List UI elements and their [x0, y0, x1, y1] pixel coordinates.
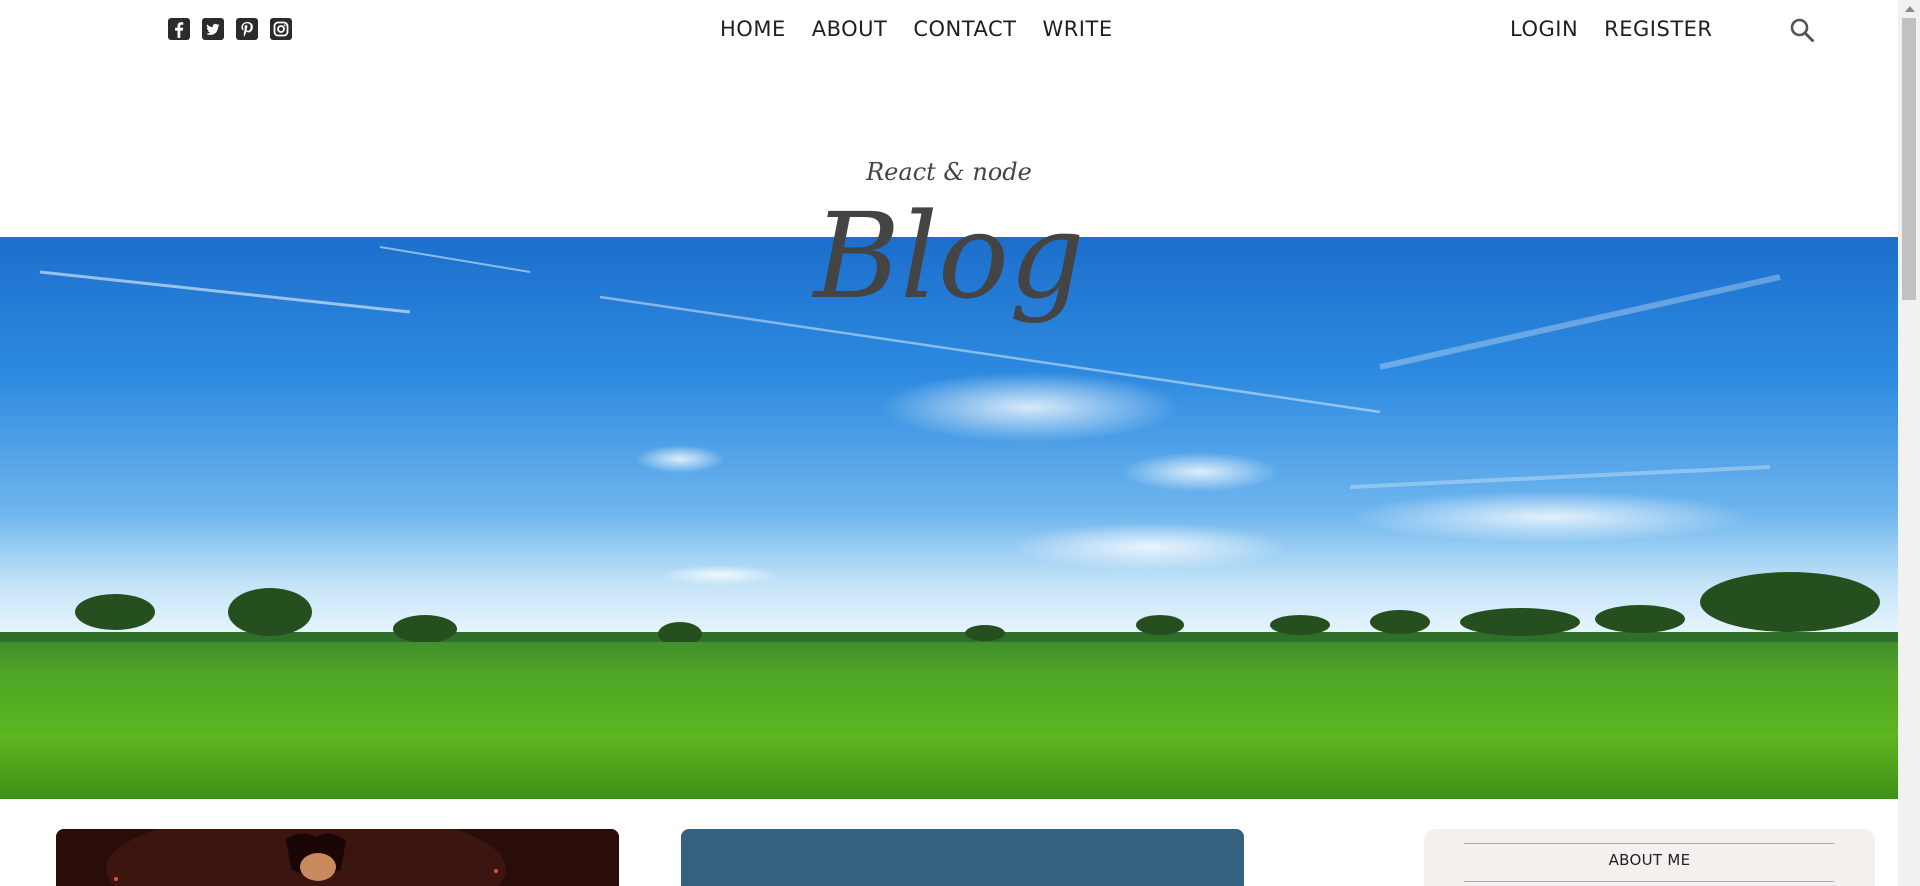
sidebar-divider [1464, 881, 1834, 882]
header-subtitle: React & node [866, 158, 1032, 186]
main-nav: HOME ABOUT CONTACT WRITE [720, 14, 1113, 44]
scroll-up-arrow-icon[interactable] [1905, 6, 1915, 12]
facebook-icon[interactable] [168, 18, 190, 40]
nav-login[interactable]: LOGIN [1510, 14, 1578, 44]
social-icons [168, 18, 292, 40]
nav-write[interactable]: WRITE [1042, 14, 1112, 44]
top-bar: HOME ABOUT CONTACT WRITE LOGIN REGISTER [0, 0, 1898, 58]
scroll-thumb[interactable] [1902, 18, 1916, 300]
post-card[interactable] [681, 829, 1244, 886]
sidebar: ABOUT ME [1424, 829, 1875, 886]
page: HOME ABOUT CONTACT WRITE LOGIN REGISTER … [0, 0, 1920, 886]
nav-register[interactable]: REGISTER [1604, 14, 1712, 44]
post-card-image[interactable] [56, 829, 619, 886]
header-title: Blog [813, 187, 1085, 325]
nav-about[interactable]: ABOUT [812, 14, 888, 44]
sidebar-title: ABOUT ME [1608, 851, 1691, 869]
twitter-icon[interactable] [202, 18, 224, 40]
sidebar-divider [1464, 843, 1834, 844]
post-image [56, 829, 619, 886]
nav-home[interactable]: HOME [720, 14, 786, 44]
auth-nav: LOGIN REGISTER [1510, 14, 1713, 44]
pinterest-icon[interactable] [236, 18, 258, 40]
search-icon[interactable] [1789, 17, 1815, 43]
instagram-icon[interactable] [270, 18, 292, 40]
nav-contact[interactable]: CONTACT [913, 14, 1016, 44]
scrollbar[interactable] [1898, 0, 1920, 886]
